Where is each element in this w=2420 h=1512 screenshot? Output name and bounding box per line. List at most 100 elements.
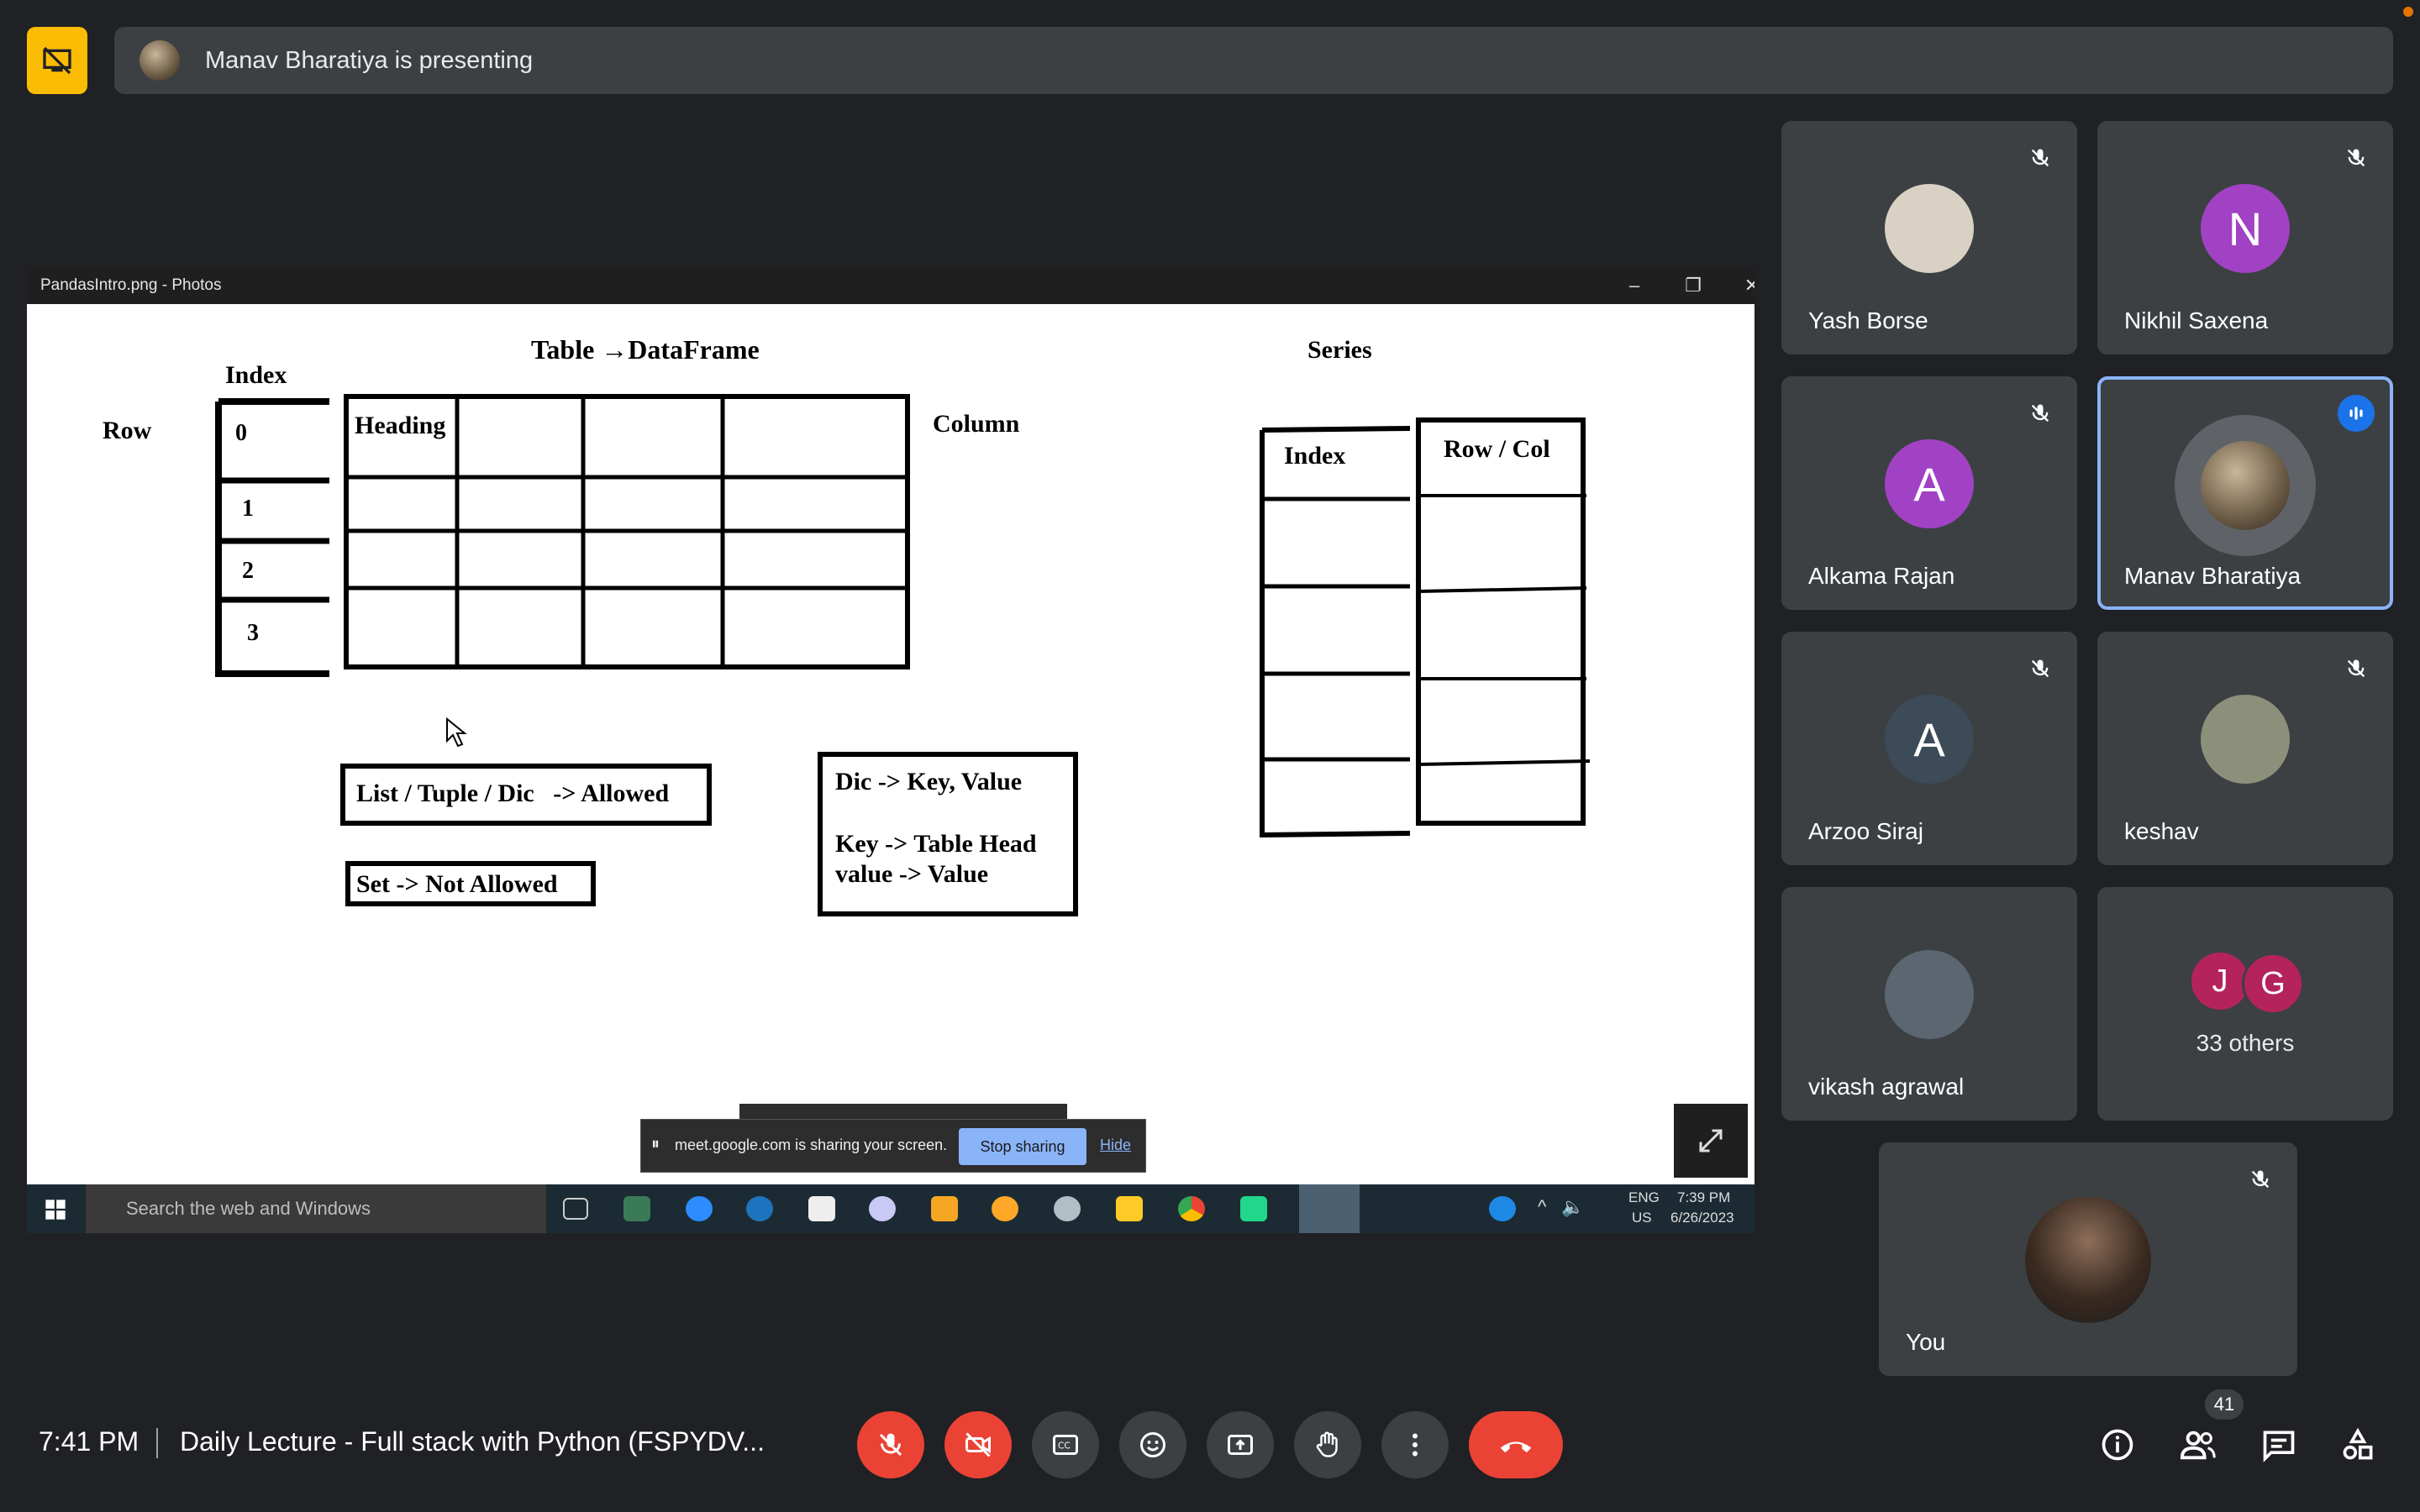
avatar: J [2191, 953, 2249, 1010]
hand-icon [1316, 1431, 1338, 1457]
more-options-button[interactable] [1381, 1411, 1449, 1478]
leave-call-button[interactable] [1469, 1411, 1563, 1478]
windows-start-icon[interactable] [44, 1198, 67, 1221]
app-icon[interactable] [869, 1196, 896, 1221]
participant-name: Yash Borse [1808, 307, 1928, 333]
close-icon[interactable]: ✕ [1731, 270, 1754, 301]
taskbar-date[interactable]: 6/26/2023 [1670, 1210, 1734, 1226]
participant-name: Nikhil Saxena [2124, 307, 2269, 333]
drag-handle-icon[interactable]: ⏸ [651, 1135, 660, 1154]
dic-line-2: Key -> Table Head [835, 830, 1037, 858]
minimize-icon[interactable]: – [1613, 270, 1655, 301]
store-icon[interactable] [808, 1196, 835, 1221]
allowed-text: List / Tuple / Dic -> Allowed [356, 780, 670, 807]
mic-off-icon [2022, 139, 2059, 176]
database-app-icon[interactable] [623, 1196, 650, 1221]
sharing-banner: ⏸ meet.google.com is sharing your screen… [640, 1119, 1146, 1173]
row-index-1: 1 [242, 496, 254, 522]
participant-name: Alkama Rajan [1808, 563, 1955, 589]
svg-text:CC: CC [1058, 1441, 1071, 1452]
photos-taskbar-button[interactable] [1299, 1184, 1360, 1233]
avatar [2201, 695, 2290, 784]
participant-tile[interactable]: N Nikhil Saxena [2097, 121, 2393, 354]
participant-tile[interactable]: A Arzoo Siraj [1781, 632, 2077, 865]
participant-name: Arzoo Siraj [1808, 818, 1923, 844]
row-index-3: 3 [247, 620, 259, 646]
lang-indicator[interactable]: ENG [1628, 1189, 1660, 1206]
meeting-clock: 7:41 PM [39, 1426, 139, 1457]
mic-off-icon [2338, 650, 2375, 687]
avatar: A [1885, 695, 1974, 784]
avatar [2201, 441, 2290, 530]
captions-button[interactable]: CC [1032, 1411, 1099, 1478]
app-clock-icon[interactable] [1054, 1196, 1081, 1221]
mic-toggle-button[interactable] [857, 1411, 924, 1478]
speaking-indicator-icon [2338, 395, 2375, 432]
chat-button[interactable] [2254, 1420, 2304, 1470]
participant-name: You [1906, 1329, 1946, 1355]
info-icon [2102, 1429, 2133, 1461]
others-tile[interactable]: J G 33 others [2097, 887, 2393, 1121]
help-icon[interactable] [1489, 1196, 1516, 1221]
chat-icon [2263, 1431, 2295, 1462]
divider [156, 1428, 158, 1458]
more-vert-icon [1413, 1433, 1418, 1457]
pycharm-icon[interactable] [1240, 1196, 1267, 1221]
zoom-icon[interactable] [686, 1196, 713, 1221]
window-titlebar: PandasIntro.png - Photos – ❐ ✕ [27, 267, 1754, 304]
avatar [1885, 950, 1974, 1039]
mic-off-icon [2242, 1161, 2279, 1198]
avatar: G [2242, 953, 2304, 1015]
meeting-details-button[interactable] [2092, 1420, 2143, 1470]
people-button[interactable] [2173, 1420, 2223, 1470]
raise-hand-button[interactable] [1294, 1411, 1361, 1478]
series-index-label: Index [1284, 442, 1346, 470]
taskbar-search[interactable]: Search the web and Windows [86, 1184, 546, 1233]
presenter-avatar [139, 40, 180, 81]
participant-tile[interactable]: A Alkama Rajan [1781, 376, 2077, 610]
tray-chevron-icon[interactable]: ^ [1538, 1196, 1546, 1218]
avatar: A [1885, 439, 1974, 528]
camera-toggle-button[interactable] [944, 1411, 1012, 1478]
stop-sharing-button[interactable]: Stop sharing [959, 1128, 1086, 1165]
self-tile[interactable]: You [1879, 1142, 2297, 1376]
cursor-icon [446, 717, 467, 748]
activities-button[interactable] [2333, 1420, 2383, 1470]
presenting-banner: Manav Bharatiya is presenting [114, 27, 2393, 94]
fullscreen-button[interactable] [1674, 1104, 1748, 1178]
hide-banner-link[interactable]: Hide [1100, 1137, 1131, 1154]
people-count-badge: 41 [2205, 1389, 2244, 1420]
sublime-icon[interactable] [931, 1196, 958, 1221]
present-button[interactable] [1207, 1411, 1274, 1478]
participant-tile[interactable]: Yash Borse [1781, 121, 2077, 354]
app-snowflake-icon[interactable] [992, 1196, 1018, 1221]
volume-icon[interactable]: 🔈 [1561, 1196, 1584, 1218]
series-title: Series [1307, 336, 1372, 364]
camera-off-icon [965, 1432, 991, 1457]
participant-tile[interactable]: vikash agrawal [1781, 887, 2077, 1121]
reactions-button[interactable] [1119, 1411, 1186, 1478]
row-index-0: 0 [235, 420, 247, 446]
mic-off-icon [2022, 395, 2059, 432]
file-explorer-icon[interactable] [1116, 1196, 1143, 1221]
region-indicator[interactable]: US [1632, 1210, 1652, 1226]
windows-taskbar: Search the web and Windows ^ 🔈 ENG US 7:… [27, 1184, 1754, 1233]
participant-tile[interactable]: keshav [2097, 632, 2393, 865]
avatar [1885, 184, 1974, 273]
column-label: Column [933, 410, 1020, 438]
participant-name: Manav Bharatiya [2124, 563, 2302, 589]
edge-icon[interactable] [746, 1196, 773, 1221]
restore-icon[interactable]: ❐ [1672, 270, 1714, 301]
index-label: Index [225, 361, 287, 389]
active-speaker-tile[interactable]: Manav Bharatiya [2097, 376, 2393, 610]
participant-name: vikash agrawal [1808, 1074, 1965, 1100]
mic-off-icon [2338, 139, 2375, 176]
present-off-icon [43, 46, 71, 75]
others-count: 33 others [2196, 1030, 2295, 1056]
taskbar-time[interactable]: 7:39 PM [1677, 1189, 1730, 1206]
stop-presenting-button[interactable] [27, 27, 87, 94]
mic-off-icon [879, 1433, 902, 1457]
task-view-icon[interactable] [563, 1198, 588, 1220]
participant-name: keshav [2124, 818, 2199, 844]
chrome-icon[interactable] [1178, 1196, 1205, 1221]
